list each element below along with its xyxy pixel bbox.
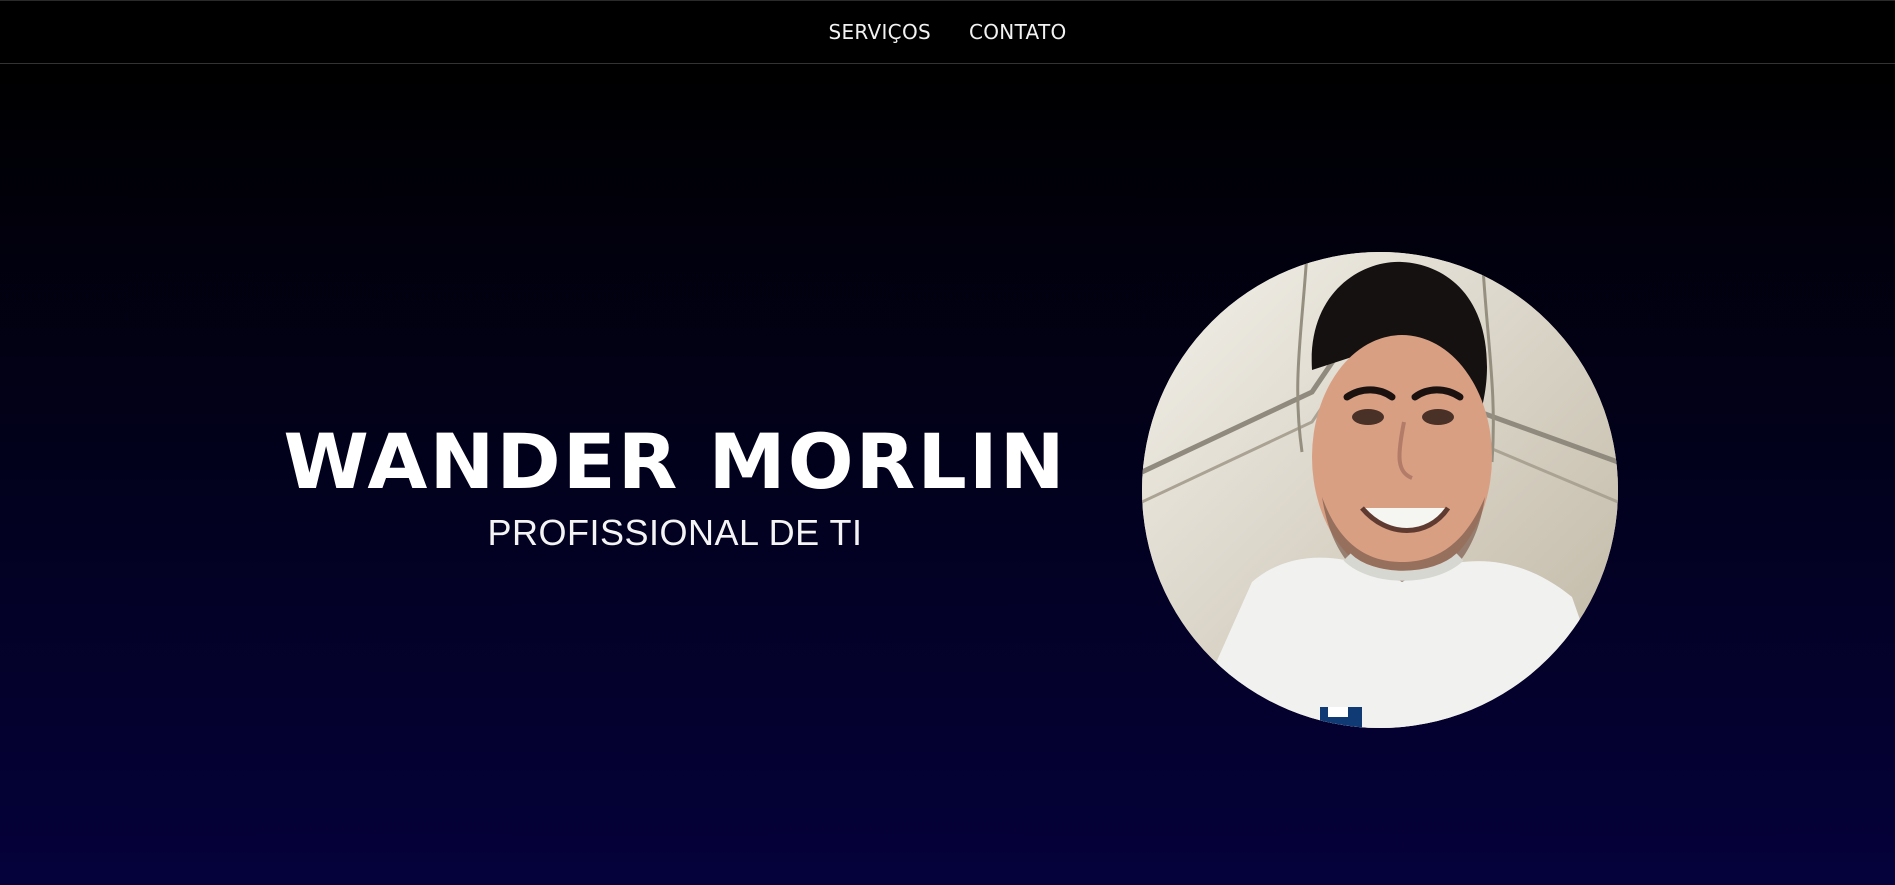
hero-section: WANDER MORLIN PROFISSIONAL DE TI	[0, 64, 1895, 885]
profile-photo	[1142, 252, 1618, 728]
hero-role: PROFISSIONAL DE TI	[487, 512, 863, 553]
profile-photo-icon	[1142, 252, 1618, 728]
nav-link-servicos[interactable]: SERVIÇOS	[828, 20, 931, 44]
nav-link-contato[interactable]: CONTATO	[969, 20, 1067, 44]
hero-text-block: WANDER MORLIN PROFISSIONAL DE TI	[270, 424, 1080, 554]
top-navigation: SERVIÇOS CONTATO	[0, 0, 1895, 64]
hero-name: WANDER MORLIN	[283, 417, 1067, 506]
